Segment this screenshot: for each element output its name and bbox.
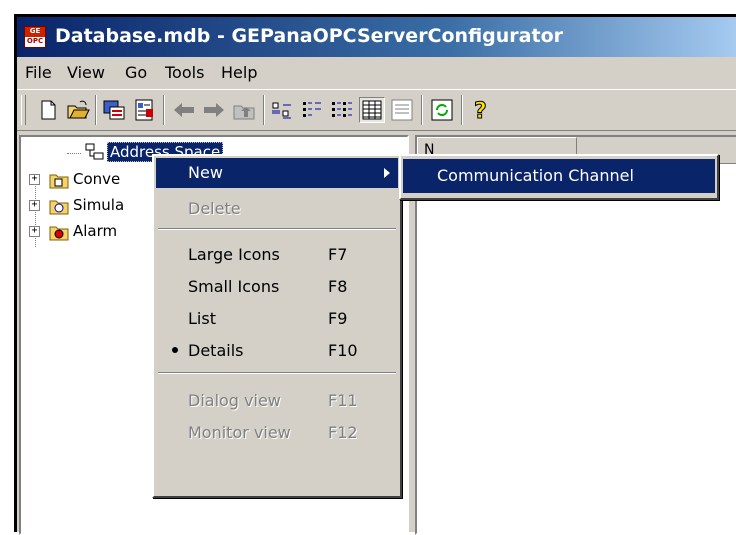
refresh-icon[interactable]	[429, 97, 455, 123]
app-icon[interactable]: GE OPC	[24, 26, 46, 48]
menu-item-shortcut: F11	[328, 391, 358, 410]
tree-line	[67, 153, 81, 154]
tree-item-label: Alarm	[73, 222, 118, 240]
toolbar-separator	[421, 95, 423, 125]
menu-item-list[interactable]: List F9	[156, 304, 398, 334]
details-view-icon[interactable]	[359, 97, 385, 123]
help-icon[interactable]: ?	[467, 97, 493, 124]
list-view-icon[interactable]	[329, 97, 355, 123]
menu-bar: File View Go Tools Help	[17, 57, 736, 87]
dialog-view-icon[interactable]	[389, 97, 415, 123]
menu-item-label: Small Icons	[188, 277, 280, 296]
menu-item-shortcut: F10	[328, 341, 358, 360]
menu-separator	[158, 228, 396, 230]
menu-item-shortcut: F9	[328, 309, 348, 328]
up-folder-icon[interactable]	[231, 97, 257, 123]
menu-item-shortcut: F8	[328, 277, 348, 296]
folder-conversion-icon	[49, 171, 69, 189]
title-bar[interactable]: GE OPC Database.mdb - GEPanaOPCServerCon…	[17, 17, 736, 57]
menu-item-label: Communication Channel	[437, 166, 634, 185]
submenu-arrow-icon	[384, 168, 390, 178]
menu-item-small-icons[interactable]: Small Icons F8	[156, 272, 398, 302]
folder-simulation-icon	[49, 197, 69, 215]
large-icons-view-icon[interactable]	[269, 97, 295, 123]
menu-item-label: List	[188, 309, 216, 328]
menu-view[interactable]: View	[67, 63, 105, 82]
tree-item-label: Simula	[73, 196, 125, 214]
new-file-icon[interactable]	[35, 97, 61, 123]
small-icons-view-icon[interactable]	[299, 97, 325, 123]
menu-item-shortcut: F7	[328, 245, 348, 264]
submenu-new: Communication Channel	[399, 154, 719, 200]
menu-item-label: Details	[188, 341, 244, 360]
tree-item-label: Conve	[73, 170, 121, 188]
svg-text:?: ?	[474, 99, 487, 123]
menu-help[interactable]: Help	[221, 63, 257, 82]
menu-item-label: Monitor view	[188, 423, 291, 442]
menu-separator	[158, 372, 396, 374]
add-tag-icon[interactable]	[101, 97, 127, 123]
menu-item-label: Delete	[188, 199, 241, 218]
menu-item-shortcut: F12	[328, 423, 358, 442]
menu-item-large-icons[interactable]: Large Icons F7	[156, 240, 398, 270]
checked-bullet-icon	[172, 347, 178, 353]
menu-item-new[interactable]: New	[156, 158, 398, 188]
folder-alarm-icon	[49, 223, 69, 241]
window-title: Database.mdb - GEPanaOPCServerConfigurat…	[55, 25, 563, 47]
toolbar-separator	[95, 95, 97, 125]
toolbar: ?	[17, 89, 736, 131]
address-space-icon	[85, 143, 105, 161]
app-icon-text-top: GE	[25, 27, 45, 37]
menu-item-communication-channel[interactable]: Communication Channel	[403, 159, 715, 193]
menu-item-details[interactable]: Details F10	[156, 336, 398, 366]
expand-icon[interactable]: +	[29, 200, 40, 211]
menu-file[interactable]: File	[25, 63, 52, 82]
menu-go[interactable]: Go	[125, 63, 147, 82]
menu-item-dialog-view: Dialog view F11	[156, 386, 398, 416]
back-arrow-icon[interactable]	[171, 97, 197, 123]
menu-item-label: New	[188, 163, 223, 182]
context-menu: New Delete Large Icons F7 Small Icons F8…	[152, 154, 402, 498]
toolbar-separator	[263, 95, 265, 125]
open-folder-icon[interactable]	[65, 97, 91, 123]
menu-item-delete: Delete	[156, 194, 398, 224]
toolbar-separator	[461, 95, 463, 125]
expand-icon[interactable]: +	[29, 174, 40, 185]
expand-icon[interactable]: +	[29, 226, 40, 237]
forward-arrow-icon[interactable]	[201, 97, 227, 123]
properties-icon[interactable]	[131, 97, 157, 123]
app-icon-text-bottom: OPC	[26, 37, 44, 45]
menu-item-label: Large Icons	[188, 245, 280, 264]
toolbar-separator	[163, 95, 165, 125]
menu-item-monitor-view: Monitor view F12	[156, 418, 398, 448]
toolbar-grip[interactable]	[21, 95, 26, 125]
menu-tools[interactable]: Tools	[165, 63, 204, 82]
menu-item-label: Dialog view	[188, 391, 281, 410]
